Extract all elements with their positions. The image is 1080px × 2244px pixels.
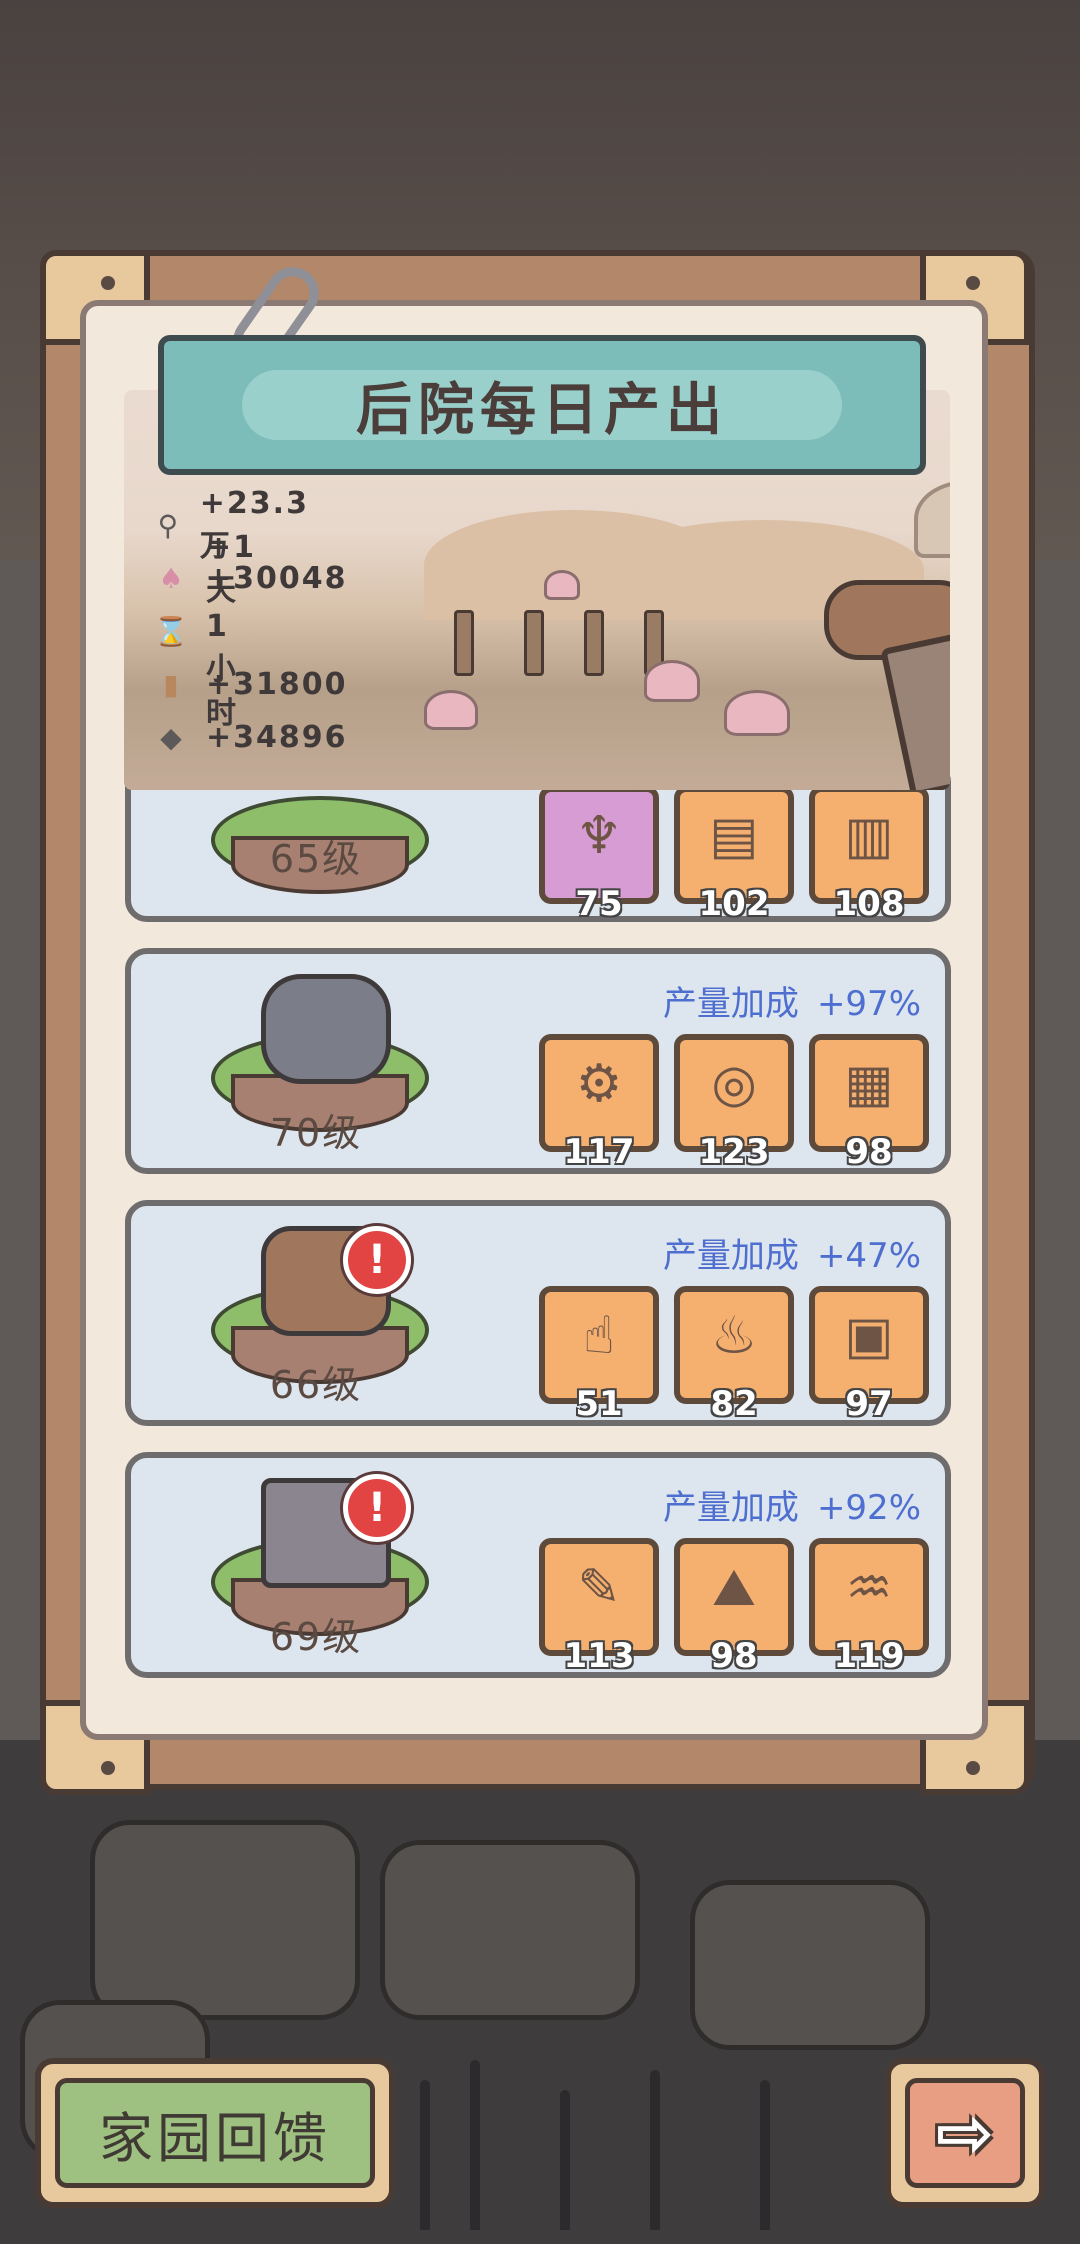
map-scroll-icon[interactable]: ✎ 113 xyxy=(539,1538,659,1676)
hourglass-icon: ⌛ xyxy=(153,614,189,648)
water-tower-icon xyxy=(914,480,950,558)
nail-icon xyxy=(101,276,115,290)
item-count: 113 xyxy=(563,1636,635,1676)
wood-icon: ▮ xyxy=(163,667,179,701)
building-level: 69级 xyxy=(269,1615,363,1659)
item-count: 82 xyxy=(710,1384,758,1424)
rock-decoration xyxy=(90,1820,360,2020)
grass-decoration xyxy=(420,2080,430,2230)
nail-icon xyxy=(966,276,980,290)
item-row: ⚙ 117 ◎ 123 ▦ 98 xyxy=(539,1034,929,1172)
nail-icon xyxy=(966,1761,980,1775)
production-bonus: 产量加成 +97% xyxy=(662,984,921,1024)
mushroom-icon xyxy=(724,690,790,736)
stone-icon: ◆ xyxy=(160,720,182,754)
mushroom-icon xyxy=(424,690,478,730)
mushroom-icon xyxy=(644,660,700,702)
item-count: 98 xyxy=(845,1132,893,1172)
home-feedback-button[interactable]: 家园回馈 xyxy=(35,2058,395,2208)
rock-decoration xyxy=(690,1880,930,2050)
stat-row: ⌛ +1天1小时 xyxy=(153,530,256,731)
grass-decoration xyxy=(650,2070,660,2230)
next-button[interactable]: ⇨ xyxy=(885,2058,1045,2208)
grass-decoration xyxy=(760,2080,770,2230)
item-count: 108 xyxy=(833,884,905,924)
building-card[interactable]: 产量加成 +92% 69级 ! ✎ 113 ⛰ 98 ♒ 119 xyxy=(125,1452,951,1678)
title-banner: 后院每日产出 xyxy=(158,335,926,475)
production-bonus: 产量加成 +47% xyxy=(662,1236,921,1276)
stat-row: ◆ +34896 xyxy=(154,717,348,757)
torch-icon[interactable]: ♨ 82 xyxy=(674,1286,794,1424)
spinning-top-icon[interactable]: ♆ 75 xyxy=(539,786,659,924)
blocks-icon[interactable]: ▣ 97 xyxy=(809,1286,929,1424)
item-count: 119 xyxy=(833,1636,905,1676)
page-title: 后院每日产出 xyxy=(356,377,728,443)
building-island: 70级 xyxy=(191,974,441,1155)
mushroom-icon xyxy=(544,570,580,600)
ore-icon: ⚲ xyxy=(157,508,179,542)
alert-icon[interactable]: ! xyxy=(343,1226,411,1294)
item-count: 75 xyxy=(575,884,623,924)
building-card[interactable]: 产量加成 +47% 66级 ! ☝ 51 ♨ 82 ▣ 97 xyxy=(125,1200,951,1426)
nail-icon xyxy=(101,1761,115,1775)
item-count: 97 xyxy=(845,1384,893,1424)
stat-row: ▮ +31800 xyxy=(154,664,348,704)
home-feedback-label: 家园回馈 xyxy=(99,2106,331,2170)
book-icon[interactable]: ▤ 102 xyxy=(674,786,794,924)
item-row: ♆ 75 ▤ 102 ▥ 108 xyxy=(539,786,929,924)
grass-decoration xyxy=(470,2060,480,2230)
trophy-hand-icon[interactable]: ☝ 51 xyxy=(539,1286,659,1424)
arrow-right-icon: ⇨ xyxy=(905,2078,1025,2188)
alert-icon[interactable]: ! xyxy=(343,1474,411,1542)
building-level: 70级 xyxy=(269,1111,363,1155)
mushroom-icon: ♠ xyxy=(158,561,184,595)
stat-value: +31800 xyxy=(206,666,348,702)
item-count: 117 xyxy=(563,1132,635,1172)
scroll-icon[interactable]: ▥ 108 xyxy=(809,786,929,924)
production-bonus: 产量加成 +92% xyxy=(662,1488,921,1528)
item-row: ✎ 113 ⛰ 98 ♒ 119 xyxy=(539,1538,929,1676)
ore-rocks-icon[interactable]: ⛰ 98 xyxy=(674,1538,794,1676)
item-row: ☝ 51 ♨ 82 ▣ 97 xyxy=(539,1286,929,1424)
item-count: 102 xyxy=(698,884,770,924)
item-count: 98 xyxy=(710,1636,758,1676)
building-level: 66级 xyxy=(269,1363,363,1407)
rock-decoration xyxy=(380,1840,640,2020)
magic-lamp-icon[interactable]: ♒ 119 xyxy=(809,1538,929,1676)
document-icon[interactable]: ▦ 98 xyxy=(809,1034,929,1172)
building-card[interactable]: 产量加成 +97% 70级 ⚙ 117 ◎ 123 ▦ 98 xyxy=(125,948,951,1174)
building-level: 65级 xyxy=(269,837,363,881)
item-count: 123 xyxy=(698,1132,770,1172)
stat-value: +34896 xyxy=(206,719,348,755)
shield-icon[interactable]: ◎ 123 xyxy=(674,1034,794,1172)
grass-decoration xyxy=(560,2090,570,2230)
machine-icon[interactable]: ⚙ 117 xyxy=(539,1034,659,1172)
item-count: 51 xyxy=(575,1384,623,1424)
machine-building-icon xyxy=(261,974,391,1084)
